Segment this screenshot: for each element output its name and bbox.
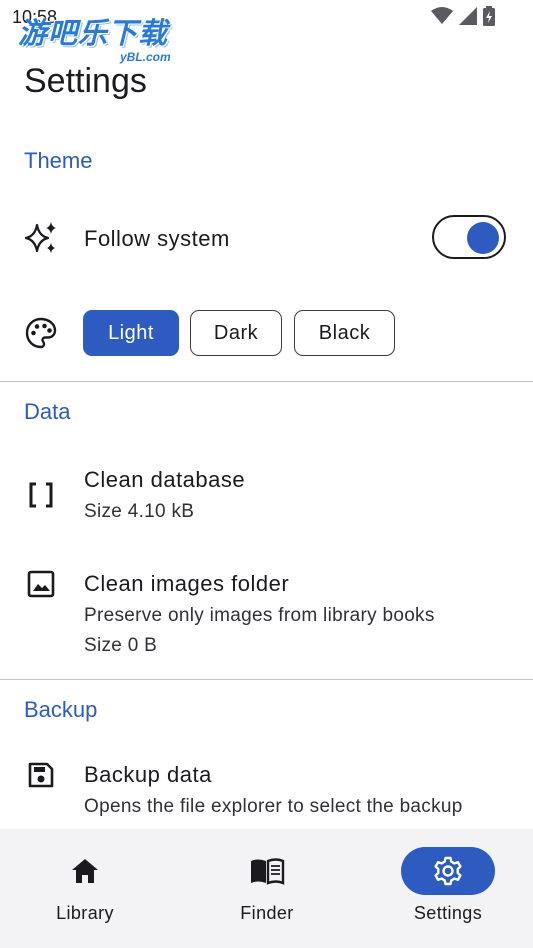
wifi-icon [431, 7, 453, 24]
toggle-thumb [467, 222, 499, 254]
bottom-navigation: Library Finder Settings [0, 829, 533, 948]
page-title: Settings [24, 62, 147, 100]
clean-database-title: Clean database [84, 467, 246, 492]
follow-system-toggle[interactable] [432, 215, 506, 259]
battery-charging-icon [483, 6, 495, 26]
sparkles-icon [24, 221, 58, 255]
home-icon [38, 847, 132, 895]
backup-data-title: Backup data [84, 762, 212, 787]
section-header-theme: Theme [24, 148, 93, 173]
watermark-text: 游吧乐下载 [18, 16, 169, 50]
divider [0, 679, 533, 680]
nav-item-library[interactable]: Library [5, 829, 165, 948]
signal-icon [459, 7, 477, 25]
theme-option-black[interactable]: Black [294, 310, 395, 356]
clean-images-title: Clean images folder [84, 571, 290, 596]
palette-icon [24, 316, 58, 350]
theme-option-dark[interactable]: Dark [190, 310, 282, 356]
save-icon [24, 758, 58, 792]
watermark-logo: 游吧乐下载 yBL.com [18, 16, 188, 66]
nav-label-finder: Finder [240, 903, 294, 923]
follow-system-label: Follow system [84, 226, 230, 251]
book-open-icon [220, 847, 314, 895]
divider [0, 381, 533, 382]
nav-label-settings: Settings [413, 903, 483, 923]
clean-images-description: Preserve only images from library books [84, 605, 435, 626]
nav-label-library: Library [56, 903, 114, 923]
brackets-icon [24, 478, 58, 512]
section-header-data: Data [24, 399, 71, 424]
gear-icon [401, 847, 495, 895]
image-icon [24, 567, 58, 601]
backup-data-description: Opens the file explorer to select the ba… [84, 796, 463, 817]
theme-option-light[interactable]: Light [83, 310, 179, 356]
status-icons [431, 6, 495, 26]
clean-database-size: Size 4.10 kB [84, 501, 195, 522]
clean-images-size: Size 0 B [84, 635, 158, 656]
section-header-backup: Backup [24, 697, 98, 722]
nav-item-settings[interactable]: Settings [368, 829, 528, 948]
nav-item-finder[interactable]: Finder [187, 829, 347, 948]
